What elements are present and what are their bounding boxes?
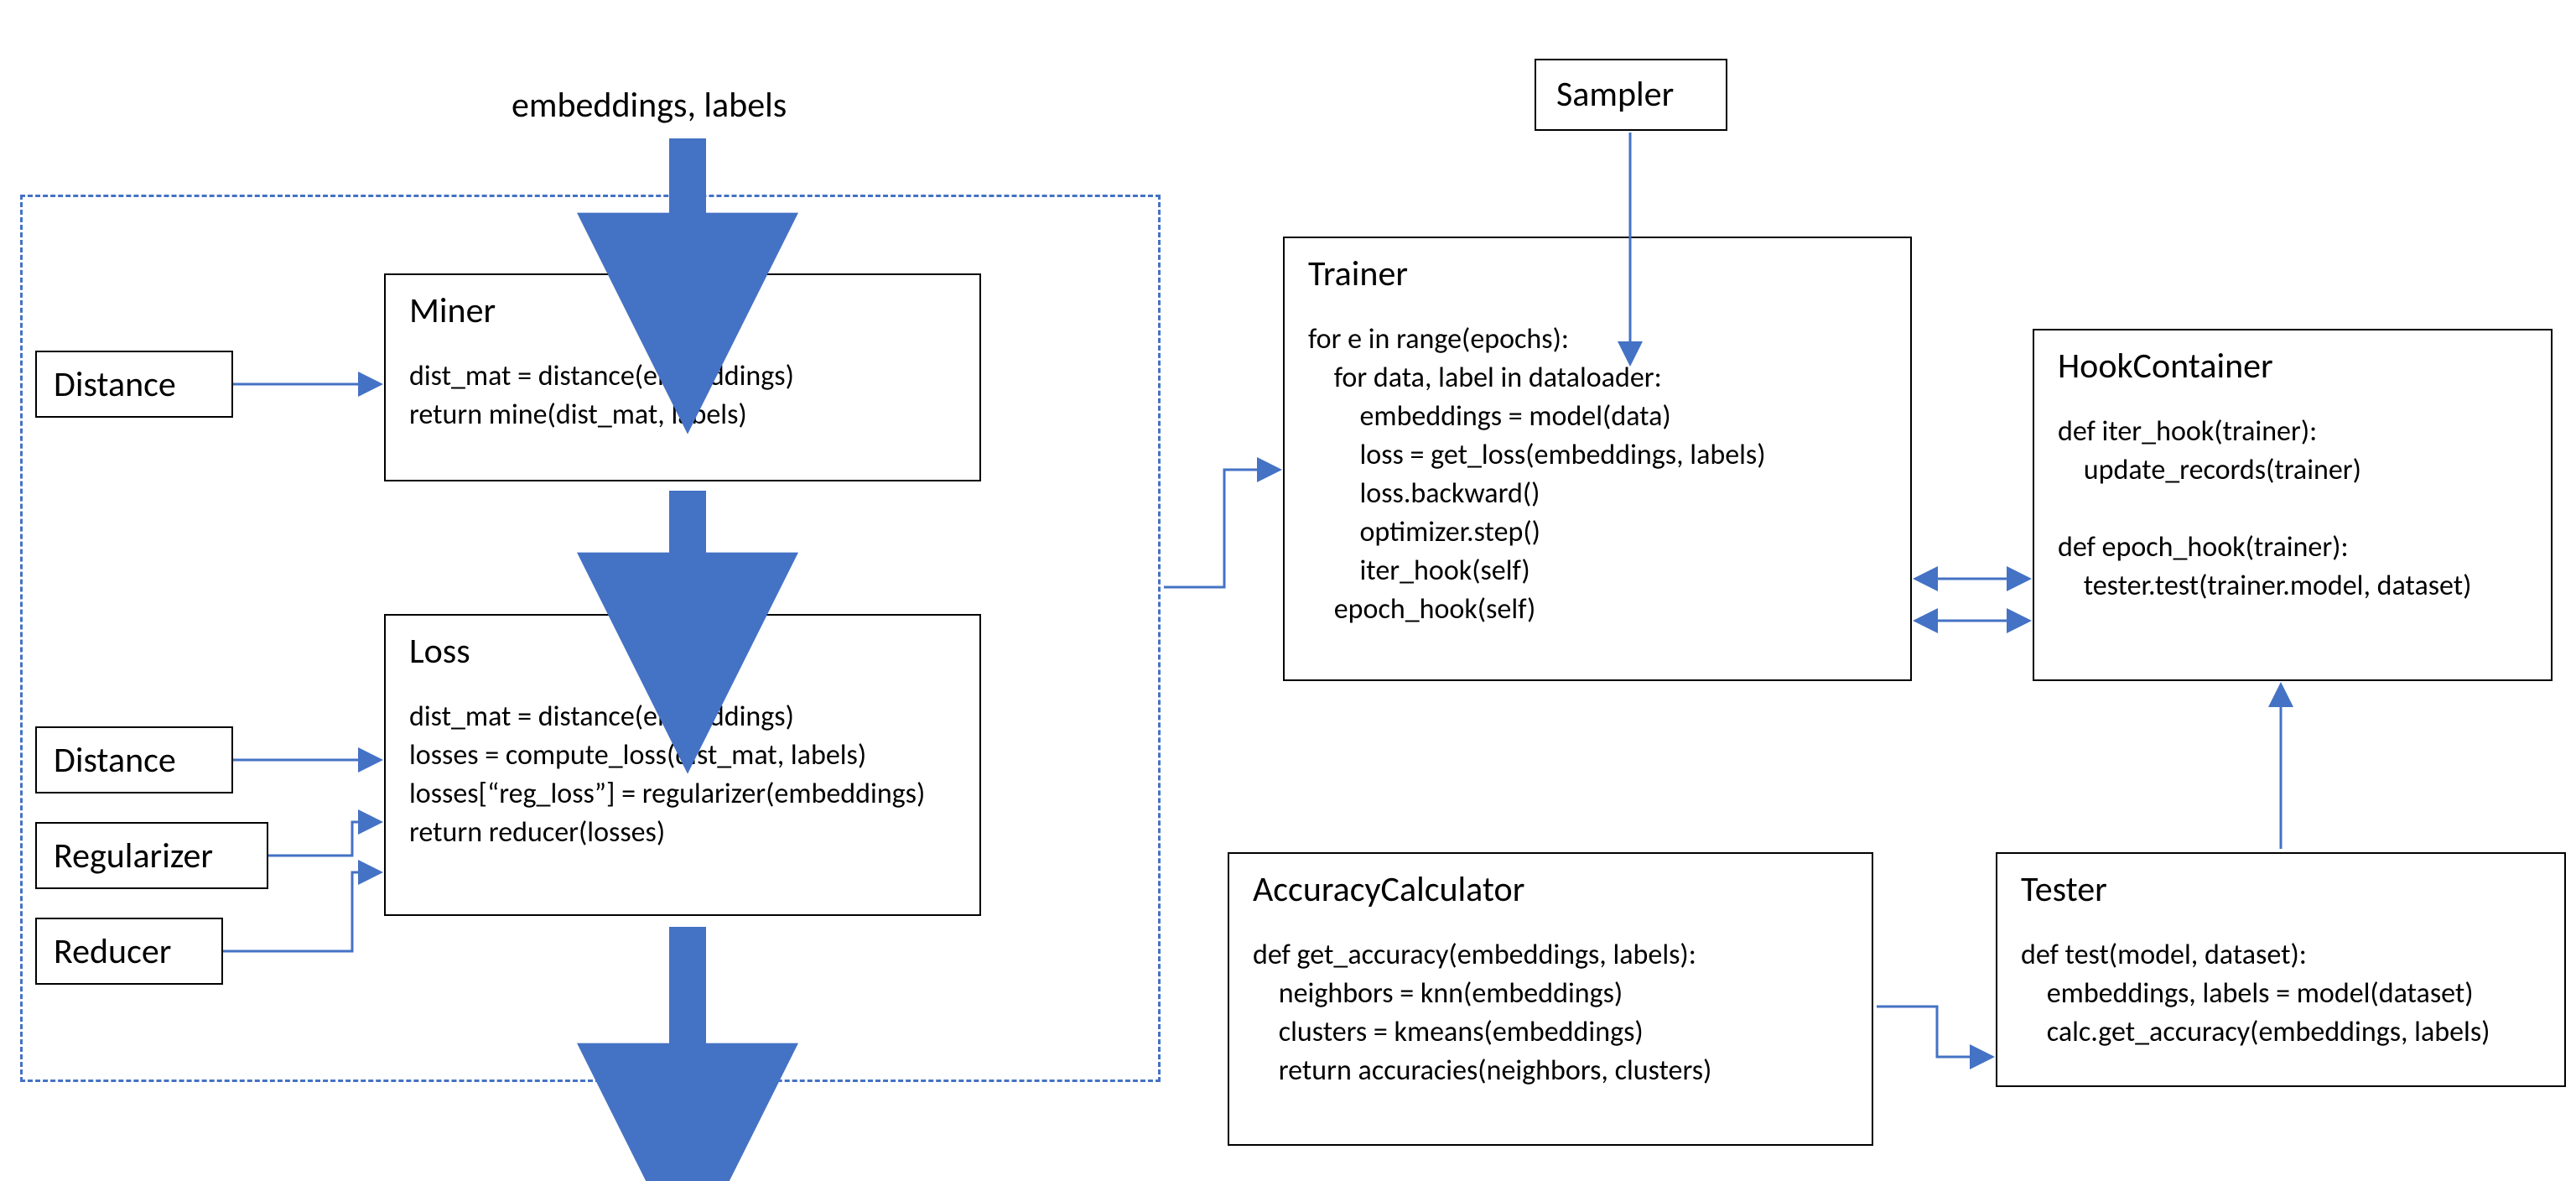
accuracy-title: AccuracyCalculator [1253, 869, 1848, 911]
miner-code: dist_mat = distance(embeddings) return m… [409, 357, 956, 434]
tester-title: Tester [2021, 869, 2541, 911]
accuracy-calculator-box: AccuracyCalculator def get_accuracy(embe… [1228, 852, 1873, 1146]
loss-title: Loss [409, 631, 956, 673]
reducer-box: Reducer [35, 918, 223, 985]
distance-1-title: Distance [54, 364, 215, 406]
regularizer-box: Regularizer [35, 822, 268, 889]
accuracy-code: def get_accuracy(embeddings, labels): ne… [1253, 936, 1848, 1090]
tester-box: Tester def test(model, dataset): embeddi… [1996, 852, 2566, 1087]
top-input-label: embeddings, labels [512, 84, 787, 127]
sampler-title: Sampler [1556, 74, 1706, 116]
regularizer-title: Regularizer [54, 835, 250, 877]
distance-2-title: Distance [54, 740, 215, 782]
miner-title: Miner [409, 290, 956, 332]
miner-box: Miner dist_mat = distance(embeddings) re… [384, 273, 981, 481]
trainer-code: for e in range(epochs): for data, label … [1308, 320, 1887, 628]
loss-box: Loss dist_mat = distance(embeddings) los… [384, 614, 981, 916]
bottom-output-label: loss [646, 1107, 700, 1150]
trainer-title: Trainer [1308, 253, 1887, 295]
sampler-box: Sampler [1535, 59, 1727, 131]
trainer-box: Trainer for e in range(epochs): for data… [1283, 237, 1912, 681]
hook-container-box: HookContainer def iter_hook(trainer): up… [2033, 329, 2553, 681]
distance-box-2: Distance [35, 726, 233, 793]
distance-box-1: Distance [35, 351, 233, 418]
hook-title: HookContainer [2058, 346, 2527, 388]
tester-code: def test(model, dataset): embeddings, la… [2021, 936, 2541, 1052]
reducer-title: Reducer [54, 931, 205, 973]
hook-code: def iter_hook(trainer): update_records(t… [2058, 413, 2527, 605]
loss-code: dist_mat = distance(embeddings) losses =… [409, 698, 956, 852]
